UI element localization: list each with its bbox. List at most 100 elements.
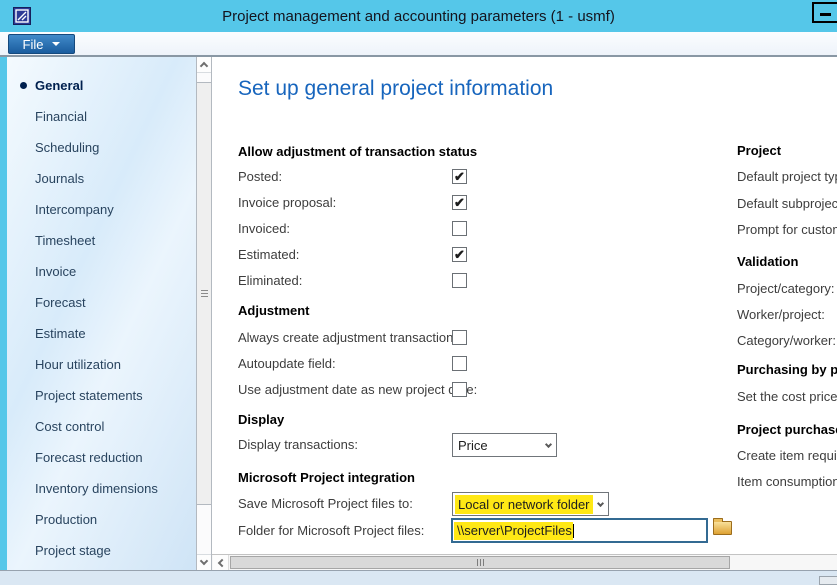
menu-bar: File xyxy=(0,32,837,57)
checkbox-invoiced[interactable] xyxy=(452,221,467,236)
input-value-highlighted: \\server\ProjectFiles xyxy=(454,522,573,540)
sidebar-item-invoice[interactable]: Invoice xyxy=(7,256,196,287)
checkbox-invoice-proposal[interactable]: ✔ xyxy=(452,195,467,210)
field-label-create-item-requirement: Create item require xyxy=(737,448,837,464)
checkbox-autoupdate-field[interactable] xyxy=(452,356,467,371)
checkbox-posted[interactable]: ✔ xyxy=(452,169,467,184)
field-label-default-subproject: Default subproject xyxy=(737,196,837,212)
field-label-prompt-for-customer: Prompt for customer xyxy=(737,222,837,238)
save-msp-files-select[interactable]: Local or network folder xyxy=(452,492,609,516)
section-header-validation: Validation xyxy=(737,254,798,269)
sidebar-item-scheduling[interactable]: Scheduling xyxy=(7,132,196,163)
sidebar-item-label: Forecast xyxy=(35,295,86,310)
section-header-purchasing: Purchasing by proj xyxy=(737,362,837,377)
sidebar-item-general[interactable]: General xyxy=(7,70,196,101)
field-label-eliminated: Eliminated: xyxy=(238,273,302,289)
title-bar: Project management and accounting parame… xyxy=(0,0,837,32)
window-left-border xyxy=(0,57,7,570)
sidebar-nav: General Financial Scheduling Journals In… xyxy=(7,57,196,570)
field-label-worker-project: Worker/project: xyxy=(737,307,825,323)
window-bottom-strip xyxy=(0,570,837,585)
sidebar-item-label: Estimate xyxy=(35,326,86,341)
minimize-icon xyxy=(820,13,831,16)
window-title: Project management and accounting parame… xyxy=(0,0,837,32)
field-label-project-category: Project/category: xyxy=(737,281,835,297)
chevron-down-icon xyxy=(200,557,208,565)
field-label-display-transactions: Display transactions: xyxy=(238,437,358,453)
field-label-save-msp-files: Save Microsoft Project files to: xyxy=(238,496,413,512)
vertical-scrollbar-thumb[interactable] xyxy=(197,82,211,505)
sidebar-item-label: Scheduling xyxy=(35,140,99,155)
section-header-msp-integration: Microsoft Project integration xyxy=(238,470,415,485)
field-label-default-project-type: Default project type: xyxy=(737,169,837,185)
sidebar-item-label: Journals xyxy=(35,171,84,186)
sidebar-item-timesheet[interactable]: Timesheet xyxy=(7,225,196,256)
vertical-scrollbar xyxy=(196,57,212,570)
field-label-item-consumption: Item consumption xyxy=(737,474,837,490)
selected-option-highlighted: Local or network folder xyxy=(455,495,593,514)
sidebar-item-production[interactable]: Production xyxy=(7,504,196,535)
section-header-transaction-status: Allow adjustment of transaction status xyxy=(238,144,477,159)
checkbox-always-create-adjustment[interactable] xyxy=(452,330,467,345)
sidebar-item-label: Intercompany xyxy=(35,202,114,217)
main-pane: Set up general project information Allow… xyxy=(212,57,837,570)
content-region: General Financial Scheduling Journals In… xyxy=(0,57,837,570)
section-header-project: Project xyxy=(737,143,781,158)
field-label-estimated: Estimated: xyxy=(238,247,299,263)
text-cursor xyxy=(573,524,574,538)
field-label-invoice-proposal: Invoice proposal: xyxy=(238,195,336,211)
sidebar-item-label: Forecast reduction xyxy=(35,450,143,465)
field-label-autoupdate: Autoupdate field: xyxy=(238,356,336,372)
sidebar-item-label: Hour utilization xyxy=(35,357,121,372)
field-label-category-worker: Category/worker: xyxy=(737,333,836,349)
field-label-posted: Posted: xyxy=(238,169,282,185)
checkbox-eliminated[interactable] xyxy=(452,273,467,288)
sidebar-item-estimate[interactable]: Estimate xyxy=(7,318,196,349)
scroll-down-button[interactable] xyxy=(197,554,211,570)
scroll-left-button[interactable] xyxy=(213,555,229,570)
sidebar-item-inventory-dimensions[interactable]: Inventory dimensions xyxy=(7,473,196,504)
field-label-always-create: Always create adjustment transaction: xyxy=(238,330,457,346)
horizontal-scrollbar xyxy=(212,554,837,570)
minimize-button[interactable] xyxy=(812,2,837,23)
sidebar-item-label: Inventory dimensions xyxy=(35,481,158,496)
sidebar-item-project-statements[interactable]: Project statements xyxy=(7,380,196,411)
section-header-project-purchases: Project purchases xyxy=(737,422,837,437)
sidebar-item-cost-control[interactable]: Cost control xyxy=(7,411,196,442)
sidebar-item-label: Timesheet xyxy=(35,233,95,248)
resize-grip[interactable] xyxy=(819,576,837,585)
file-menu-button[interactable]: File xyxy=(8,34,75,54)
folder-browse-icon[interactable] xyxy=(713,521,732,535)
selected-option: Price xyxy=(453,438,488,453)
sidebar-item-journals[interactable]: Journals xyxy=(7,163,196,194)
page-title: Set up general project information xyxy=(238,77,553,101)
horizontal-scrollbar-thumb[interactable] xyxy=(230,556,730,569)
chevron-down-icon xyxy=(597,500,604,507)
file-menu-label: File xyxy=(23,37,44,52)
checkbox-estimated[interactable]: ✔ xyxy=(452,247,467,262)
checkbox-use-adjustment-date[interactable] xyxy=(452,382,467,397)
sidebar-item-label: Production xyxy=(35,512,97,527)
sidebar-item-label: Project statements xyxy=(35,388,143,403)
field-label-invoiced: Invoiced: xyxy=(238,221,290,237)
sidebar-item-label: General xyxy=(35,78,83,93)
parameters-window: Project management and accounting parame… xyxy=(0,0,837,585)
chevron-up-icon xyxy=(200,62,208,70)
section-header-display: Display xyxy=(238,412,284,427)
sidebar-item-hour-utilization[interactable]: Hour utilization xyxy=(7,349,196,380)
sidebar-item-intercompany[interactable]: Intercompany xyxy=(7,194,196,225)
sidebar-item-forecast[interactable]: Forecast xyxy=(7,287,196,318)
section-header-adjustment: Adjustment xyxy=(238,303,310,318)
sidebar-item-forecast-reduction[interactable]: Forecast reduction xyxy=(7,442,196,473)
sidebar-item-financial[interactable]: Financial xyxy=(7,101,196,132)
caret-down-icon xyxy=(52,42,60,46)
folder-path-input[interactable]: \\server\ProjectFiles xyxy=(451,518,708,543)
sidebar-item-project-stage[interactable]: Project stage xyxy=(7,535,196,566)
sidebar-item-label: Financial xyxy=(35,109,87,124)
chevron-left-icon xyxy=(218,558,226,566)
scroll-up-button[interactable] xyxy=(197,57,211,73)
display-transactions-select[interactable]: Price xyxy=(452,433,557,457)
chevron-down-icon xyxy=(545,441,552,448)
field-label-folder-msp-files: Folder for Microsoft Project files: xyxy=(238,523,424,539)
sidebar-item-label: Invoice xyxy=(35,264,76,279)
